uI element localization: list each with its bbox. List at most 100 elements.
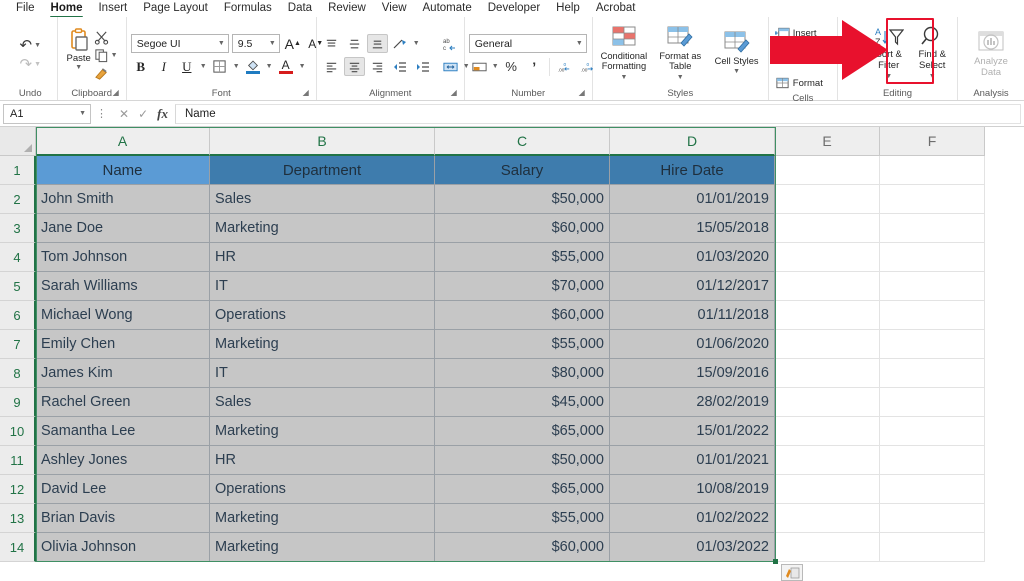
row-header-2[interactable]: 2 — [0, 185, 36, 214]
align-middle-button[interactable] — [344, 34, 365, 53]
row-header-10[interactable]: 10 — [0, 417, 36, 446]
cell-a9[interactable]: Rachel Green — [36, 388, 210, 417]
redo-button[interactable]: ↷ ▼ — [20, 57, 42, 72]
enter-check-icon[interactable]: ✓ — [138, 107, 148, 121]
tab-help[interactable]: Help — [548, 0, 588, 17]
chevron-down-icon[interactable]: ▼ — [266, 63, 273, 70]
cell-a8[interactable]: James Kim — [36, 359, 210, 388]
row-header-5[interactable]: 5 — [0, 272, 36, 301]
tab-data[interactable]: Data — [280, 0, 320, 17]
cell-b8[interactable]: IT — [210, 359, 435, 388]
tab-formulas[interactable]: Formulas — [216, 0, 280, 17]
fx-icon[interactable]: fx — [157, 106, 168, 122]
align-top-button[interactable] — [321, 34, 342, 53]
cell-d5[interactable]: 01/12/2017 — [610, 272, 775, 301]
cell-a12[interactable]: David Lee — [36, 475, 210, 504]
merge-center-button[interactable] — [440, 57, 461, 76]
sort-filter-button[interactable]: A Z Sort & Filter ▼ — [868, 23, 910, 84]
select-all-corner[interactable] — [0, 127, 36, 156]
cancel-x-icon[interactable]: ✕ — [119, 107, 129, 121]
chevron-down-icon[interactable]: ▼ — [733, 66, 740, 77]
cell-a11[interactable]: Ashley Jones — [36, 446, 210, 475]
cell-f10[interactable] — [880, 417, 985, 446]
cell-e14[interactable] — [775, 533, 880, 562]
row-header-7[interactable]: 7 — [0, 330, 36, 359]
cell-a10[interactable]: Samantha Lee — [36, 417, 210, 446]
bold-button[interactable]: B — [131, 57, 151, 76]
increase-decimal-button[interactable]: 0 .00 — [554, 57, 575, 76]
cell-e5[interactable] — [775, 272, 880, 301]
cell-e10[interactable] — [775, 417, 880, 446]
cell-d13[interactable]: 01/02/2022 — [610, 504, 775, 533]
chevron-down-icon[interactable]: ▼ — [576, 40, 583, 47]
cell-b5[interactable]: IT — [210, 272, 435, 301]
chevron-down-icon[interactable]: ▼ — [885, 71, 892, 82]
cell-e12[interactable] — [775, 475, 880, 504]
cell-b11[interactable]: HR — [210, 446, 435, 475]
tab-file[interactable]: File — [8, 0, 43, 17]
cell-c5[interactable]: $70,000 — [435, 272, 610, 301]
cell-f7[interactable] — [880, 330, 985, 359]
tab-acrobat[interactable]: Acrobat — [588, 0, 644, 17]
cell-f8[interactable] — [880, 359, 985, 388]
tab-home[interactable]: Home — [43, 0, 91, 18]
cell-c8[interactable]: $80,000 — [435, 359, 610, 388]
column-header-f[interactable]: F — [880, 127, 985, 156]
find-select-button[interactable]: Find & Select ▼ — [911, 23, 953, 84]
cell-b2[interactable]: Sales — [210, 185, 435, 214]
cell-c14[interactable]: $60,000 — [435, 533, 610, 562]
font-dialog-launcher-icon[interactable]: ◢ — [303, 86, 309, 99]
cell-f5[interactable] — [880, 272, 985, 301]
cell-a7[interactable]: Emily Chen — [36, 330, 210, 359]
percent-style-button[interactable]: % — [501, 57, 522, 76]
comma-style-button[interactable]: ’ — [524, 57, 545, 76]
cell-b9[interactable]: Sales — [210, 388, 435, 417]
number-dialog-launcher-icon[interactable]: ◢ — [579, 86, 585, 99]
fill-handle[interactable] — [773, 559, 778, 564]
cell-d14[interactable]: 01/03/2022 — [610, 533, 775, 562]
name-box[interactable]: A1 ▼ — [3, 103, 91, 124]
chevron-down-icon[interactable]: ▼ — [929, 71, 936, 82]
cell-e9[interactable] — [775, 388, 880, 417]
column-header-d[interactable]: D — [610, 127, 775, 156]
cell-b10[interactable]: Marketing — [210, 417, 435, 446]
conditional-formatting-button[interactable]: Conditional Formatting ▼ — [597, 23, 651, 85]
tab-developer[interactable]: Developer — [480, 0, 548, 17]
chevron-down-icon[interactable]: ▼ — [859, 56, 866, 63]
cell-e1[interactable] — [775, 156, 880, 185]
delete-cells-button[interactable]: Delete — [773, 49, 825, 67]
font-color-button[interactable]: A — [276, 57, 296, 76]
alignment-dialog-launcher-icon[interactable]: ◢ — [451, 86, 457, 99]
cell-e11[interactable] — [775, 446, 880, 475]
row-header-11[interactable]: 11 — [0, 446, 36, 475]
cell-d4[interactable]: 01/03/2020 — [610, 243, 775, 272]
chevron-down-icon[interactable]: ▼ — [413, 40, 420, 47]
orientation-button[interactable] — [390, 34, 411, 53]
cell-d1[interactable]: Hire Date — [610, 156, 775, 185]
fill-color-button[interactable] — [243, 57, 263, 76]
tab-automate[interactable]: Automate — [415, 0, 480, 17]
row-header-9[interactable]: 9 — [0, 388, 36, 417]
chevron-down-icon[interactable]: ▼ — [299, 63, 306, 70]
cell-a6[interactable]: Michael Wong — [36, 301, 210, 330]
cell-f1[interactable] — [880, 156, 985, 185]
row-header-6[interactable]: 6 — [0, 301, 36, 330]
cell-f14[interactable] — [880, 533, 985, 562]
analyze-data-button[interactable]: Analyze Data — [962, 28, 1020, 80]
borders-button[interactable] — [210, 57, 230, 76]
autosum-button[interactable]: Σ ▼ — [842, 25, 866, 42]
cell-d3[interactable]: 15/05/2018 — [610, 214, 775, 243]
row-header-1[interactable]: 1 — [0, 156, 36, 185]
cell-e3[interactable] — [775, 214, 880, 243]
chevron-down-icon[interactable]: ▼ — [34, 61, 41, 68]
chevron-down-icon[interactable]: ▼ — [620, 72, 627, 83]
column-header-c[interactable]: C — [435, 127, 610, 156]
cell-c12[interactable]: $65,000 — [435, 475, 610, 504]
cell-c7[interactable]: $55,000 — [435, 330, 610, 359]
font-name-select[interactable]: Segoe UI ▼ — [130, 34, 229, 53]
copy-button[interactable]: ▼ — [94, 48, 118, 63]
cell-b14[interactable]: Marketing — [210, 533, 435, 562]
chevron-down-icon[interactable]: ▼ — [79, 110, 86, 117]
tab-page-layout[interactable]: Page Layout — [135, 0, 216, 17]
tab-review[interactable]: Review — [320, 0, 374, 17]
